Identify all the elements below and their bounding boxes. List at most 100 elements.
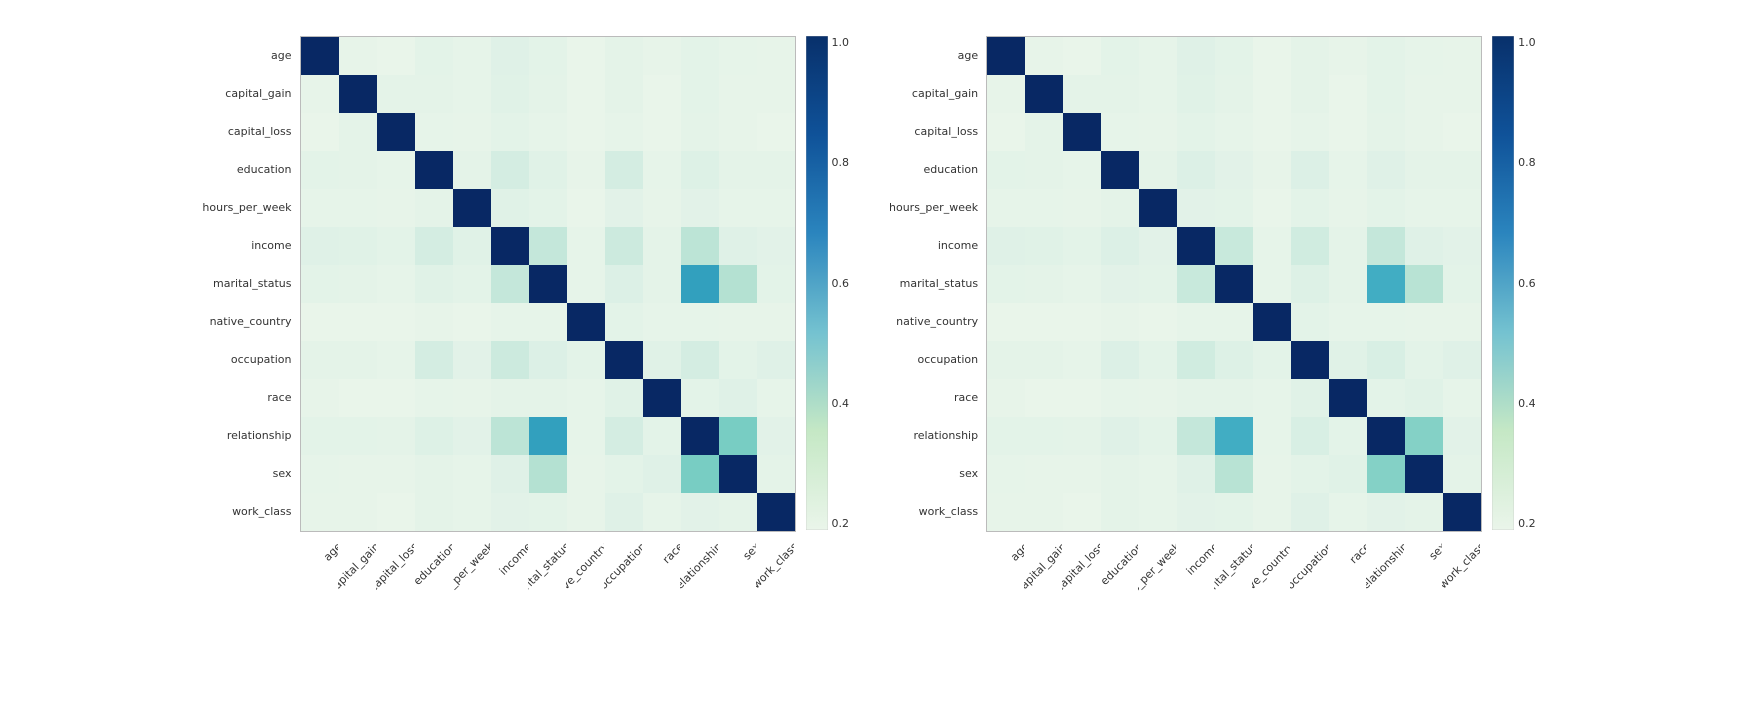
heatmap-cell (1291, 189, 1329, 227)
heatmap-cell (339, 227, 377, 265)
heatmap-cell (643, 37, 681, 75)
y-axis-label: education (202, 150, 295, 188)
heatmap-cell (529, 341, 567, 379)
x-axis-label-wrap: capital_loss (1062, 536, 1100, 626)
y-axis-label: occupation (202, 340, 295, 378)
x-axis-label: relationship (680, 540, 718, 595)
heatmap-cell (1253, 113, 1291, 151)
heatmap-cell (377, 37, 415, 75)
heatmap-cell (1215, 493, 1253, 531)
x-axis-label: marital_status (1214, 540, 1252, 605)
heatmap-cell (1215, 227, 1253, 265)
x-axis-label: sex (1427, 540, 1442, 563)
heatmap-cell (567, 303, 605, 341)
colorbar-tick-label: 0.2 (832, 517, 850, 530)
heatmap-cell (681, 303, 719, 341)
heatmap-cell (605, 493, 643, 531)
heatmap-cell (719, 341, 757, 379)
heatmap-cell (1025, 417, 1063, 455)
heatmap-cell (415, 151, 453, 189)
colorbar-row: 1.00.80.60.40.2 (806, 36, 850, 530)
heatmap-cell (453, 455, 491, 493)
heatmap-cell (339, 303, 377, 341)
heatmap-cell (377, 303, 415, 341)
heatmap-cell (529, 265, 567, 303)
heatmap-cell (1215, 75, 1253, 113)
x-axis-label: age (1008, 540, 1024, 564)
heatmap-cell (987, 341, 1025, 379)
heatmap-cell (1367, 151, 1405, 189)
heatmap-cell (1215, 265, 1253, 303)
x-axis-label-wrap: occupation (1290, 536, 1328, 626)
heatmap-cell (567, 417, 605, 455)
x-axis-label-wrap: income (490, 536, 528, 626)
heatmap-cell (681, 151, 719, 189)
heatmap-cell (1253, 379, 1291, 417)
colorbar-ticks: 1.00.80.60.40.2 (832, 36, 850, 530)
heatmap-cell (1215, 303, 1253, 341)
heatmap-cell (1101, 113, 1139, 151)
heatmap-cell (415, 341, 453, 379)
heatmap-cell (757, 341, 795, 379)
heatmap-cell (987, 189, 1025, 227)
x-axis-label: relationship (1366, 540, 1404, 595)
x-axis-label-wrap: marital_status (528, 536, 566, 626)
heatmap-cell (1405, 189, 1443, 227)
heatmap-cell (1253, 341, 1291, 379)
heatmap-cell (1405, 37, 1443, 75)
heatmap-cell (1291, 341, 1329, 379)
heatmap-cell (567, 151, 605, 189)
synthetic-heatmap-wrapper: agecapital_gaincapital_losseducationhour… (986, 36, 1482, 626)
y-axis-label: capital_loss (889, 112, 982, 150)
heatmap-cell (681, 455, 719, 493)
heatmap-cell (987, 303, 1025, 341)
heatmap-cell (1063, 341, 1101, 379)
heatmap-cell (1063, 417, 1101, 455)
heatmap-cell (1253, 493, 1291, 531)
heatmap-cell (301, 227, 339, 265)
heatmap-cell (453, 227, 491, 265)
heatmap-cell (301, 151, 339, 189)
x-axis-label: education (1100, 540, 1138, 588)
colorbar-tick-label: 0.8 (1518, 156, 1536, 169)
heatmap-cell (301, 37, 339, 75)
heatmap-cell (719, 417, 757, 455)
heatmap-cell (1063, 379, 1101, 417)
heatmap-cell (339, 493, 377, 531)
heatmap-cell (1253, 151, 1291, 189)
heatmap-cell (643, 265, 681, 303)
heatmap-cell (1291, 75, 1329, 113)
x-axis-label-wrap: sex (1404, 536, 1442, 626)
heatmap-cell (681, 493, 719, 531)
heatmap-cell (1215, 189, 1253, 227)
y-axis-label: capital_gain (889, 74, 982, 112)
heatmap-cell (1025, 37, 1063, 75)
heatmap-cell (643, 189, 681, 227)
heatmap-cell (1291, 417, 1329, 455)
heatmap-cell (1253, 455, 1291, 493)
heatmap-cell (1177, 75, 1215, 113)
y-axis-label: income (202, 226, 295, 264)
heatmap-cell (567, 265, 605, 303)
heatmap-cell (415, 417, 453, 455)
heatmap-cell (339, 341, 377, 379)
heatmap-cell (491, 113, 529, 151)
heatmap-cell (491, 151, 529, 189)
heatmap-cell (1291, 113, 1329, 151)
heatmap-cell (339, 75, 377, 113)
heatmap-cell (605, 379, 643, 417)
colorbar-tick-label: 0.4 (1518, 397, 1536, 410)
heatmap-cell (301, 379, 339, 417)
heatmap-cell (301, 341, 339, 379)
heatmap-cell (1329, 227, 1367, 265)
heatmap-cell (529, 303, 567, 341)
heatmap-cell (301, 303, 339, 341)
y-axis-label: relationship (889, 416, 982, 454)
heatmap-cell (567, 189, 605, 227)
x-axis-label-wrap: capital_loss (376, 536, 414, 626)
original-x-labels: agecapital_gaincapital_losseducationhour… (300, 536, 796, 626)
y-axis-label: marital_status (889, 264, 982, 302)
heatmap-cell (757, 265, 795, 303)
x-axis-label-wrap: race (642, 536, 680, 626)
y-axis-label: hours_per_week (889, 188, 982, 226)
